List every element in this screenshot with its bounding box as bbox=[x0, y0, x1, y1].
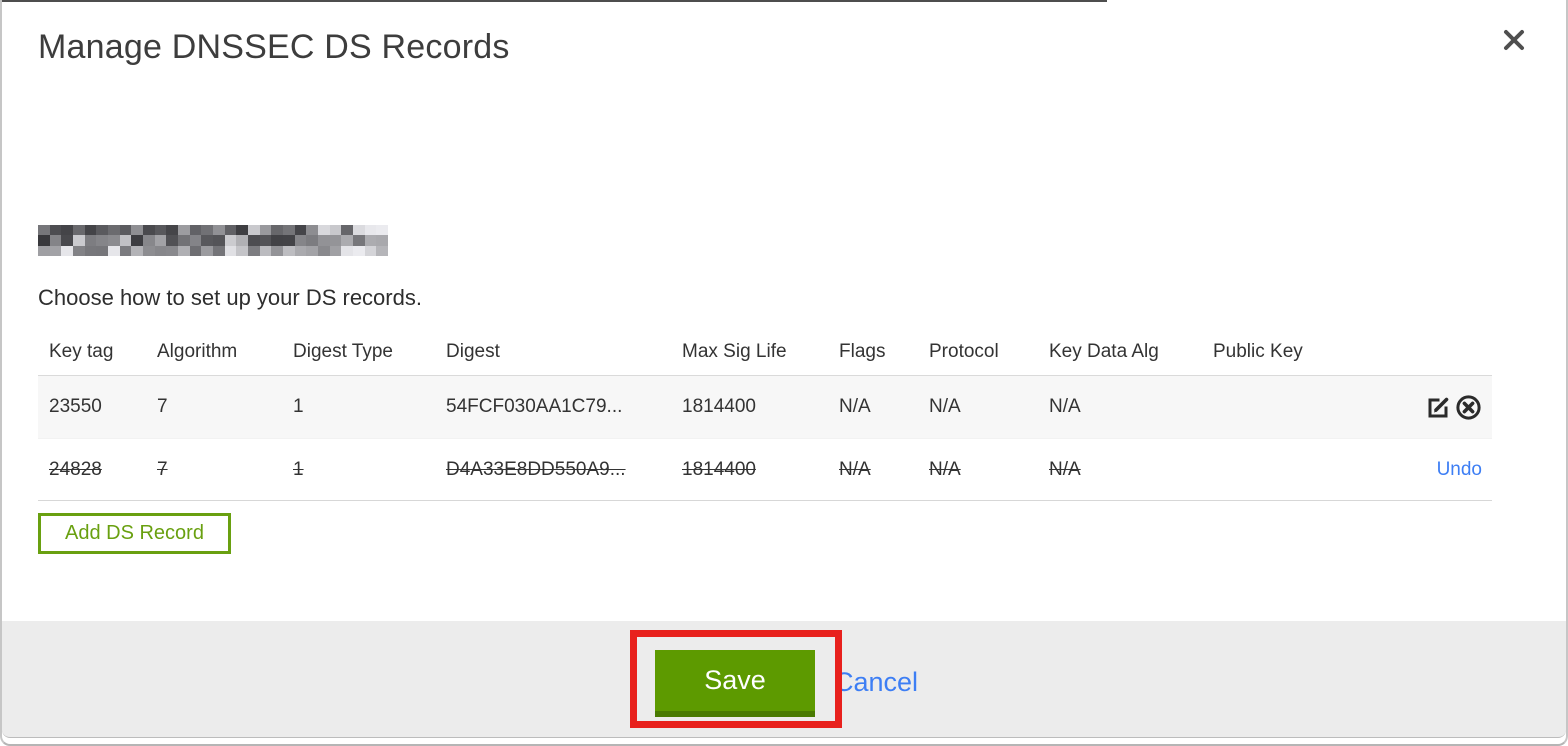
column-header-algorithm: Algorithm bbox=[157, 340, 238, 362]
cell-flags: N/A bbox=[839, 396, 871, 417]
cell-key-data-alg: N/A bbox=[1049, 396, 1081, 417]
row-actions: Undo bbox=[1343, 459, 1492, 481]
column-header-public-key: Public Key bbox=[1213, 340, 1303, 362]
delete-circle-x-icon bbox=[1455, 394, 1482, 421]
manage-dnssec-modal: Manage DNSSEC DS Records Choose how to s… bbox=[0, 0, 1568, 746]
cell-digest: D4A33E8DD550A9... bbox=[446, 458, 626, 480]
window-top-edge bbox=[2, 0, 1107, 2]
cancel-link[interactable]: Cancel bbox=[834, 667, 918, 698]
column-header-key-tag: Key tag bbox=[49, 340, 114, 362]
cell-max-sig-life: 1814400 bbox=[682, 396, 756, 417]
column-header-digest-type: Digest Type bbox=[293, 340, 393, 362]
cell-key-data-alg: N/A bbox=[1049, 458, 1081, 480]
table-row-ds-record-1: 23550 7 1 54FCF030AA1C79... 1814400 N/A … bbox=[38, 375, 1492, 438]
close-button[interactable] bbox=[1496, 22, 1532, 58]
cell-flags: N/A bbox=[839, 458, 871, 480]
column-header-protocol: Protocol bbox=[929, 340, 999, 362]
setup-instructions-text: Choose how to set up your DS records. bbox=[38, 285, 422, 310]
cell-max-sig-life: 1814400 bbox=[682, 458, 756, 480]
add-ds-record-button[interactable]: Add DS Record bbox=[38, 513, 231, 554]
cell-digest: 54FCF030AA1C79... bbox=[446, 396, 623, 417]
row-actions bbox=[1343, 393, 1492, 421]
cell-protocol: N/A bbox=[929, 396, 961, 417]
edit-icon bbox=[1425, 394, 1452, 421]
cell-key-tag: 24828 bbox=[49, 458, 102, 480]
cell-algorithm: 7 bbox=[157, 396, 168, 417]
cell-digest-type: 1 bbox=[293, 458, 304, 480]
cell-protocol: N/A bbox=[929, 458, 961, 480]
column-header-key-data-alg: Key Data Alg bbox=[1049, 340, 1159, 362]
column-header-flags: Flags bbox=[839, 340, 886, 362]
save-button[interactable]: Save bbox=[655, 650, 815, 717]
redacted-domain-name bbox=[38, 225, 388, 256]
delete-record-button[interactable] bbox=[1454, 393, 1482, 421]
column-header-digest: Digest bbox=[446, 340, 500, 362]
cell-digest-type: 1 bbox=[293, 396, 304, 417]
cell-algorithm: 7 bbox=[157, 458, 168, 480]
cell-key-tag: 23550 bbox=[49, 396, 102, 417]
ds-records-table: Key tag Algorithm Digest Type Digest Max… bbox=[38, 328, 1492, 501]
close-icon bbox=[1501, 27, 1527, 53]
undo-delete-link[interactable]: Undo bbox=[1437, 459, 1482, 481]
column-header-max-sig-life: Max Sig Life bbox=[682, 340, 787, 362]
edit-record-button[interactable] bbox=[1424, 393, 1452, 421]
table-row-ds-record-2-deleted: 24828 7 1 D4A33E8DD550A9... 1814400 N/A … bbox=[38, 438, 1492, 501]
table-header-row: Key tag Algorithm Digest Type Digest Max… bbox=[38, 328, 1492, 375]
page-title: Manage DNSSEC DS Records bbox=[38, 28, 510, 66]
